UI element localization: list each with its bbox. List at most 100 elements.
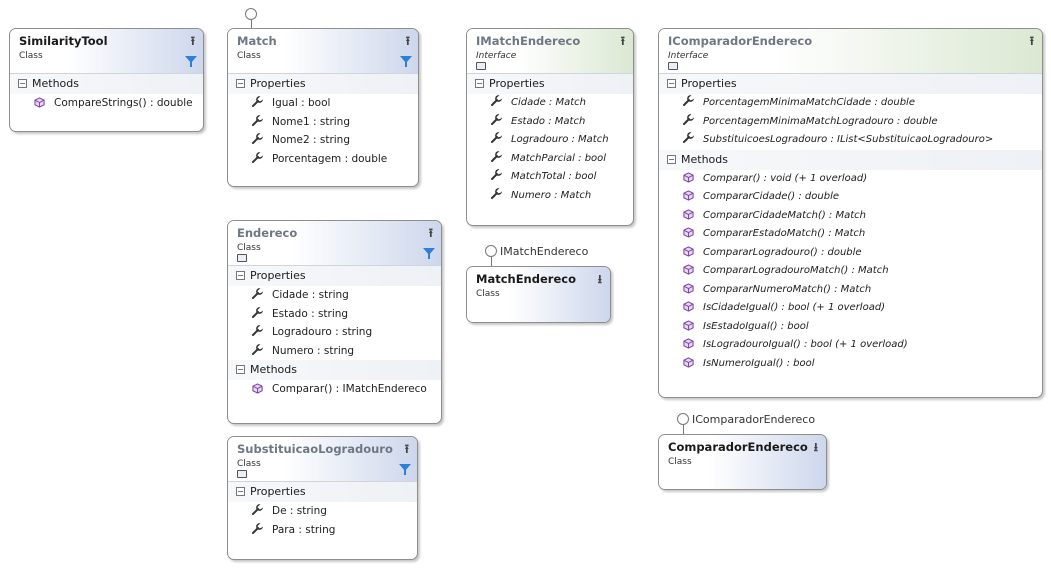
property-row[interactable]: PorcentagemMinimaMatchCidade : double — [659, 94, 1042, 113]
member-text: Logradouro : Match — [511, 134, 609, 145]
method-row[interactable]: CompararLogradouroMatch() : Match — [659, 262, 1042, 281]
member-text: IsCidadeIgual() : bool (+ 1 overload) — [703, 302, 886, 313]
property-row[interactable]: Cidade : Match — [467, 94, 633, 113]
wrench-icon — [249, 150, 265, 169]
property-row[interactable]: Nome2 : string — [228, 131, 418, 150]
interface-header[interactable]: IMatchEndereco Interface ⭱ — [467, 29, 633, 74]
property-row[interactable]: Igual : bool — [228, 94, 418, 113]
method-row[interactable]: CompararCidade() : double — [659, 188, 1042, 207]
member-text: Cidade : string — [272, 289, 349, 301]
property-row[interactable]: Estado : string — [228, 305, 441, 324]
method-row[interactable]: CompareStrings() : double — [10, 94, 203, 113]
filter-icon[interactable] — [400, 56, 412, 67]
class-header[interactable]: ComparadorEndereco Class ⭳ — [659, 435, 826, 489]
methods-section-header[interactable]: − Methods — [228, 360, 441, 380]
interface-icomparadorendereco[interactable]: IComparadorEndereco Interface ⭱ − Propert… — [658, 28, 1043, 398]
property-row[interactable]: MatchParcial : bool — [467, 150, 633, 169]
property-row[interactable]: Estado : Match — [467, 113, 633, 132]
class-comparadorendereco[interactable]: ComparadorEndereco Class ⭳ — [658, 434, 827, 490]
method-row[interactable]: Comparar() : IMatchEndereco — [228, 380, 441, 399]
collapse-icon[interactable]: ⭱ — [191, 32, 195, 53]
property-row[interactable]: Numero : string — [228, 342, 441, 361]
methods-section-header[interactable]: − Methods — [10, 74, 203, 94]
property-row[interactable]: Porcentagem : double — [228, 150, 418, 169]
wrench-icon — [488, 94, 504, 113]
class-header[interactable]: SimilarityTool Class ⭱ — [10, 29, 203, 74]
class-match[interactable]: Match Class ⭱ − Properties Igual : bool N… — [227, 28, 419, 187]
member-text: IsEstadoIgual() : bool — [703, 320, 809, 332]
member-text: CompararNumeroMatch() : Match — [703, 283, 872, 295]
class-header[interactable]: MatchEndereco Class ⭳ — [467, 267, 610, 322]
filter-icon[interactable] — [399, 464, 411, 475]
properties-section-header[interactable]: − Properties — [228, 266, 441, 286]
class-header[interactable]: Endereco Class ⭱ — [228, 221, 441, 266]
collapse-section-icon[interactable]: − — [236, 79, 245, 88]
property-row[interactable]: Numero : Match — [467, 187, 633, 206]
method-row[interactable]: IsLogradouroIgual() : bool (+ 1 overload… — [659, 336, 1042, 355]
expand-icon[interactable]: ⭳ — [814, 438, 818, 459]
collapse-section-icon[interactable]: − — [667, 154, 676, 164]
filter-icon[interactable] — [185, 56, 197, 67]
member-text: CompararEstadoMatch() : Match — [703, 228, 866, 239]
section-label: Methods — [681, 152, 728, 166]
filter-icon[interactable] — [423, 248, 435, 259]
class-kind: Class — [668, 457, 692, 467]
class-kind: Class — [476, 289, 500, 299]
collapse-icon[interactable]: ⭱ — [1030, 32, 1034, 53]
collapse-section-icon[interactable]: − — [667, 79, 676, 88]
property-row[interactable]: PorcentagemMinimaMatchLogradouro : doubl… — [659, 113, 1042, 132]
wrench-icon — [249, 305, 265, 324]
method-row[interactable]: CompararNumeroMatch() : Match — [659, 281, 1042, 300]
class-endereco[interactable]: Endereco Class ⭱ − Properties Cidade : st… — [227, 220, 442, 424]
collapse-section-icon[interactable]: − — [475, 79, 484, 88]
expand-icon[interactable]: ⭳ — [598, 270, 602, 291]
method-row[interactable]: CompararEstadoMatch() : Match — [659, 225, 1042, 244]
collapse-icon[interactable]: ⭱ — [406, 32, 410, 53]
collapse-section-icon[interactable]: − — [236, 271, 245, 280]
property-row[interactable]: Cidade : string — [228, 286, 441, 305]
property-row[interactable]: MatchTotal : bool — [467, 168, 633, 187]
method-row[interactable]: IsCidadeIgual() : bool (+ 1 overload) — [659, 299, 1042, 318]
property-row[interactable]: Logradouro : string — [228, 323, 441, 342]
member-text: Numero : string — [272, 344, 355, 357]
section-label: Properties — [250, 269, 306, 282]
wrench-icon — [249, 342, 265, 361]
wrench-icon — [249, 323, 265, 342]
collapse-icon[interactable]: ⭱ — [429, 224, 433, 245]
wrench-icon — [249, 131, 265, 150]
properties-section-header[interactable]: − Properties — [659, 74, 1042, 94]
property-row[interactable]: De : string — [228, 502, 417, 521]
collapse-icon[interactable]: ⭱ — [405, 440, 409, 461]
member-text: IsLogradouroIgual() : bool (+ 1 overload… — [703, 339, 908, 350]
collapse-section-icon[interactable]: − — [18, 79, 27, 88]
class-similaritytool[interactable]: SimilarityTool Class ⭱ − Methods CompareS… — [9, 28, 204, 132]
properties-section-header[interactable]: − Properties — [467, 74, 633, 94]
class-header[interactable]: SubstituicaoLogradouro Class ⭱ — [228, 437, 417, 482]
collapse-icon[interactable]: ⭱ — [621, 32, 625, 53]
method-row[interactable]: IsNumeroIgual() : bool — [659, 355, 1042, 374]
property-row[interactable]: Logradouro : Match — [467, 131, 633, 150]
interface-imatchendereco[interactable]: IMatchEndereco Interface ⭱ − Properties C… — [466, 28, 634, 226]
collapse-section-icon[interactable]: − — [236, 365, 245, 374]
method-row[interactable]: IsEstadoIgual() : bool — [659, 318, 1042, 337]
member-text: IsNumeroIgual() : bool — [703, 357, 815, 369]
property-row[interactable]: Nome1 : string — [228, 113, 418, 132]
method-row[interactable]: CompararLogradouro() : double — [659, 244, 1042, 263]
method-row[interactable]: Comparar() : void (+ 1 overload) — [659, 170, 1042, 189]
member-text: Numero : Match — [511, 189, 592, 201]
methods-section-header[interactable]: − Methods — [659, 149, 1042, 170]
property-row[interactable]: SubstituicoesLogradouro : IList<Substitu… — [659, 131, 1042, 150]
member-text: Para : string — [272, 523, 336, 536]
properties-section-header[interactable]: − Properties — [228, 74, 418, 94]
lollipop-icon — [245, 8, 260, 21]
properties-section-header[interactable]: − Properties — [228, 482, 417, 502]
method-row[interactable]: CompararCidadeMatch() : Match — [659, 207, 1042, 226]
class-header[interactable]: Match Class ⭱ — [228, 29, 418, 74]
interface-header[interactable]: IComparadorEndereco Interface ⭱ — [659, 29, 1042, 74]
class-matchendereco[interactable]: MatchEndereco Class ⭳ — [466, 266, 611, 323]
class-substituicaologradouro[interactable]: SubstituicaoLogradouro Class ⭱ − Properti… — [227, 436, 418, 560]
property-row[interactable]: Para : string — [228, 521, 417, 540]
collapse-section-icon[interactable]: − — [236, 487, 245, 496]
cube-icon — [680, 225, 696, 244]
cube-icon — [31, 94, 47, 113]
